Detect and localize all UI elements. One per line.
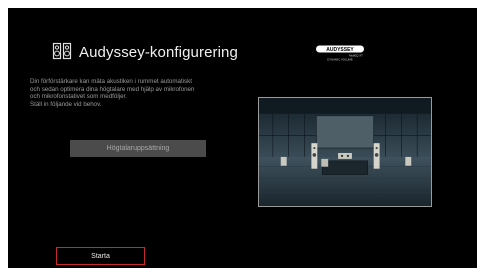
audyssey-logo: AUDYSSEY MultEQ XT DYNAMIC VOLUME: [316, 45, 364, 62]
setup-screen: Audyssey-konfigurering AUDYSSEY MultEQ X…: [8, 8, 477, 268]
svg-text:AUDYSSEY: AUDYSSEY: [326, 47, 354, 53]
start-button[interactable]: Starta: [56, 247, 145, 265]
description-line: och mikrofonstativet som medföljer.: [30, 93, 127, 101]
description-line: Din förförstärkare kan mäta akustiken i …: [30, 78, 192, 85]
header: Audyssey-konfigurering: [52, 42, 238, 62]
svg-text:DYNAMIC VOLUME: DYNAMIC VOLUME: [327, 58, 353, 62]
description-line: och sedan optimera dina högtalare med hj…: [30, 85, 195, 93]
description-line: Ställ in följande vid behov.: [30, 100, 102, 108]
description-text: Din förförstärkare kan mäta akustiken i …: [30, 78, 270, 108]
room-illustration: [258, 97, 432, 207]
speaker-setup-icon: [52, 42, 72, 60]
page-title: Audyssey-konfigurering: [79, 43, 238, 61]
speaker-setup-button[interactable]: Högtalaruppsättning: [70, 140, 206, 157]
